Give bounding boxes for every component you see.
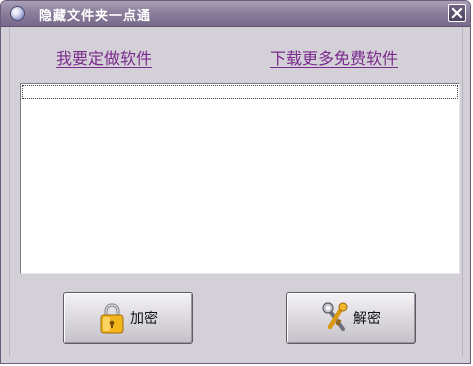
folder-list[interactable] <box>20 83 460 274</box>
app-icon[interactable] <box>10 6 25 21</box>
close-button[interactable] <box>448 4 466 22</box>
download-more-link[interactable]: 下载更多免费软件 <box>270 45 398 69</box>
decrypt-button[interactable]: 解密 <box>286 292 416 344</box>
title-bar[interactable]: 隐藏文件夹一点通 <box>1 1 470 27</box>
key-tools-icon <box>322 302 348 331</box>
decrypt-label: 解密 <box>353 311 381 327</box>
encrypt-label: 加密 <box>130 311 158 327</box>
list-focus-row[interactable] <box>22 85 458 99</box>
main-window: 隐藏文件夹一点通 我要定做软件 下载更多免费软件 加密 解密 <box>0 0 471 364</box>
padlock-icon <box>100 303 124 334</box>
close-icon <box>451 7 463 19</box>
encrypt-button[interactable]: 加密 <box>63 292 193 344</box>
window-title: 隐藏文件夹一点通 <box>39 9 152 24</box>
client-area: 我要定做软件 下载更多免费软件 加密 解密 <box>9 27 463 357</box>
custom-software-link[interactable]: 我要定做软件 <box>56 45 152 69</box>
